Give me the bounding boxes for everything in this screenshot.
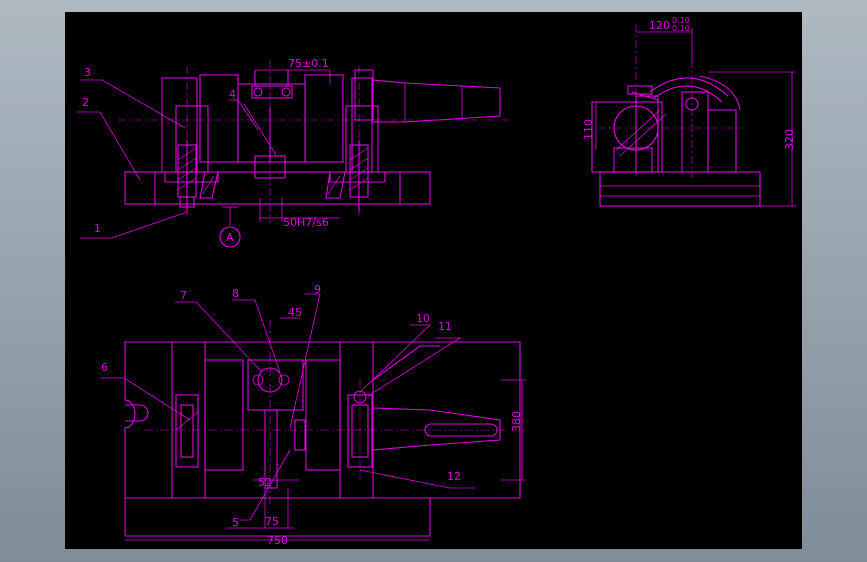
cad-drawing-viewport[interactable]: 75±0.1 50H7/s6 A 1 2 3 4 120 0.10 0.10 1… [65, 12, 802, 549]
top-dim-75: 75 [265, 515, 279, 528]
side-view: 120 0.10 0.10 110 320 [582, 16, 796, 207]
part-label-11: 11 [438, 320, 452, 333]
top-dim-380: 380 [510, 411, 523, 432]
front-view: 75±0.1 50H7/s6 A 1 2 3 4 [76, 57, 510, 248]
part-label-6: 6 [101, 361, 108, 374]
top-dim-750: 750 [267, 534, 288, 547]
part-label-9: 9 [314, 283, 321, 296]
part-label-2: 2 [82, 96, 89, 109]
part-label-10: 10 [416, 312, 430, 325]
front-base-plate [124, 171, 431, 205]
part-label-3: 3 [84, 66, 91, 79]
side-dim-120-tol-lower: 0.10 [672, 24, 690, 33]
part-label-1: 1 [94, 222, 101, 235]
part-label-5: 5 [232, 516, 239, 529]
front-dim-75: 75±0.1 [288, 57, 329, 70]
part-label-4: 4 [229, 88, 236, 101]
part-label-7: 7 [180, 289, 187, 302]
front-dim-fit: 50H7/s6 [283, 216, 329, 229]
side-dim-120: 120 [649, 19, 670, 32]
section-marker-a: A [226, 231, 234, 244]
side-dim-110: 110 [582, 119, 595, 140]
top-view: 52 75 750 45 380 6 7 8 9 10 11 12 5 [100, 283, 526, 547]
part-label-8: 8 [232, 287, 239, 300]
side-dim-320: 320 [783, 129, 796, 150]
drawing-canvas: 75±0.1 50H7/s6 A 1 2 3 4 120 0.10 0.10 1… [76, 16, 796, 547]
top-dim-45: 45 [288, 306, 302, 319]
top-dim-52: 52 [258, 476, 272, 489]
part-label-12: 12 [447, 470, 461, 483]
side-base-plate [599, 171, 761, 207]
